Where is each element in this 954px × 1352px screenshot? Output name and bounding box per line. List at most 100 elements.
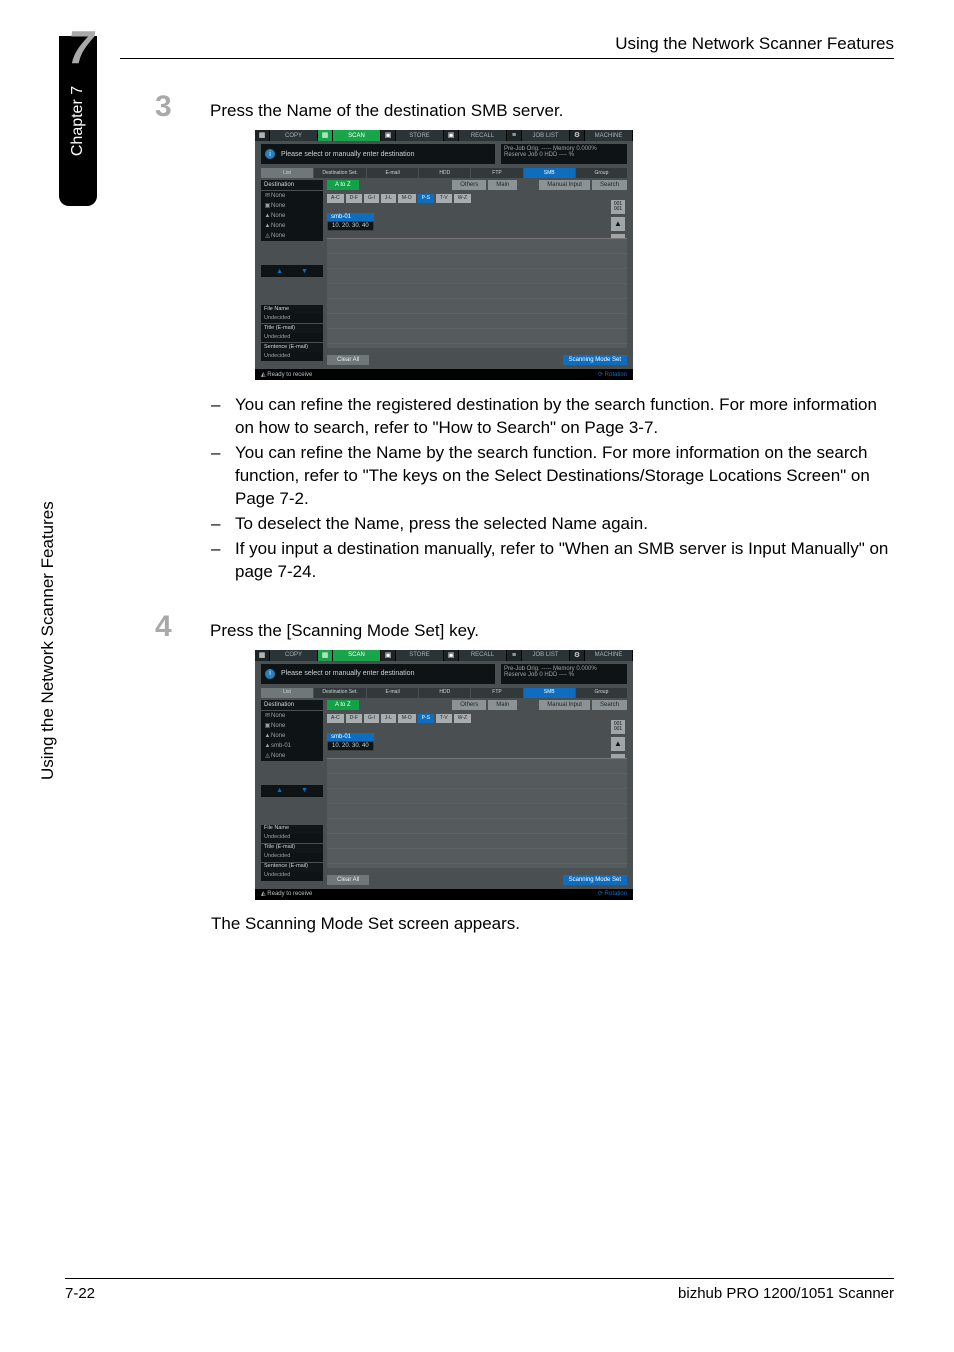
toptab-copy[interactable]: COPY: [270, 130, 318, 141]
page-indicator-icon[interactable]: 001 001: [611, 200, 625, 214]
bullet: To deselect the Name, press the selected…: [235, 513, 648, 536]
dest-down-icon[interactable]: ▼: [301, 268, 308, 275]
alpha-wz[interactable]: W-Z: [454, 714, 471, 723]
tab-email[interactable]: E-mail: [367, 688, 418, 698]
alpha-gi[interactable]: G-I: [364, 714, 379, 723]
alpha-mo[interactable]: M-O: [398, 714, 416, 723]
info-icon: i: [265, 669, 275, 679]
toptab-store[interactable]: STORE: [396, 130, 444, 141]
toptab-scan-icon[interactable]: ▦: [318, 650, 333, 661]
smb-entry[interactable]: smb-01 10. 20. 30. 40: [327, 213, 374, 231]
alpha-tv[interactable]: T-V: [436, 714, 452, 723]
scroll-up-icon[interactable]: ▲: [611, 217, 625, 231]
smb-entry-ip: 10. 20. 30. 40: [327, 741, 374, 751]
screenshot-smb-selected: ▦ COPY ▦ SCAN ▣ STORE ▣ RECALL ≡ JOB LIS…: [255, 650, 633, 900]
title-val: Undecided: [261, 333, 323, 342]
toptab-recall-icon[interactable]: ▣: [444, 650, 459, 661]
tab-hdd[interactable]: HDD: [419, 168, 470, 178]
alpha-tv[interactable]: T-V: [436, 194, 452, 203]
tab-smb[interactable]: SMB: [524, 688, 575, 698]
filename-hdr: File Name: [261, 825, 323, 834]
toptab-joblist-icon[interactable]: ≡: [507, 130, 522, 141]
toptab-store[interactable]: STORE: [396, 650, 444, 661]
main-button[interactable]: Main: [488, 700, 517, 710]
title-hdr: Title (E-mail): [261, 324, 323, 333]
smb-entry[interactable]: smb-01 10. 20. 30. 40: [327, 733, 374, 751]
toptab-machine-icon[interactable]: ⚙: [570, 650, 585, 661]
toptab-recall[interactable]: RECALL: [459, 130, 507, 141]
tab-hdd[interactable]: HDD: [419, 688, 470, 698]
alpha-ac[interactable]: A-C: [327, 714, 344, 723]
dest-line: ◬None: [261, 751, 323, 761]
dest-down-icon[interactable]: ▼: [301, 787, 308, 794]
toptab-machine[interactable]: MACHINE: [585, 130, 633, 141]
tab-destset[interactable]: Destination Set.: [314, 168, 366, 178]
toptab-joblist[interactable]: JOB LIST: [522, 650, 570, 661]
smb-entry-label: smb-01: [327, 213, 374, 221]
tab-smb[interactable]: SMB: [524, 168, 575, 178]
alpha-ac[interactable]: A-C: [327, 194, 344, 203]
manual-button[interactable]: Manual Input: [539, 180, 590, 190]
toptab-copy[interactable]: COPY: [270, 650, 318, 661]
tab-email[interactable]: E-mail: [367, 168, 418, 178]
tab-ftp[interactable]: FTP: [471, 168, 522, 178]
atoz-button[interactable]: A to Z: [327, 180, 359, 190]
search-button[interactable]: Search: [592, 700, 627, 710]
others-button[interactable]: Others: [452, 180, 486, 190]
clear-all-button[interactable]: Clear All: [327, 875, 369, 885]
alpha-df[interactable]: D-F: [346, 194, 362, 203]
footer-page: 7-22: [65, 1285, 95, 1302]
search-button[interactable]: Search: [592, 180, 627, 190]
alpha-mo[interactable]: M-O: [398, 194, 416, 203]
toptab-scan[interactable]: SCAN: [333, 130, 381, 141]
tab-ftp[interactable]: FTP: [471, 688, 522, 698]
toptab-store-icon[interactable]: ▣: [381, 650, 396, 661]
toptab-recall-icon[interactable]: ▣: [444, 130, 459, 141]
scroll-up-icon[interactable]: ▲: [611, 737, 625, 751]
alpha-ps[interactable]: P-S: [418, 714, 434, 723]
alpha-df[interactable]: D-F: [346, 714, 362, 723]
scanning-mode-set-button[interactable]: Scanning Mode Set: [563, 875, 627, 885]
toptab-joblist-icon[interactable]: ≡: [507, 650, 522, 661]
step-4-text: Press the [Scanning Mode Set] key.: [210, 620, 479, 643]
sentence-hdr: Sentence (E-mail): [261, 343, 323, 352]
tab-group[interactable]: Group: [576, 688, 627, 698]
atoz-button[interactable]: A to Z: [327, 700, 359, 710]
entry-grid: [327, 758, 627, 868]
bullet: You can refine the Name by the search fu…: [235, 442, 894, 511]
screenshot-smb-select: ▦ COPY ▦ SCAN ▣ STORE ▣ RECALL ≡ JOB LIS…: [255, 130, 633, 380]
manual-button[interactable]: Manual Input: [539, 700, 590, 710]
toptab-scan[interactable]: SCAN: [333, 650, 381, 661]
status-right: ⟳ Rotation: [598, 891, 627, 897]
toptab-machine[interactable]: MACHINE: [585, 650, 633, 661]
alpha-wz[interactable]: W-Z: [454, 194, 471, 203]
status-left: ◭ Ready to receive: [261, 891, 312, 897]
toptab-store-icon[interactable]: ▣: [381, 130, 396, 141]
alpha-gi[interactable]: G-I: [364, 194, 379, 203]
dest-line: ▲None: [261, 731, 323, 741]
alpha-ps[interactable]: P-S: [418, 194, 434, 203]
toptab-copy-icon[interactable]: ▦: [255, 650, 270, 661]
tab-destset[interactable]: Destination Set.: [314, 688, 366, 698]
scanning-mode-set-button[interactable]: Scanning Mode Set: [563, 355, 627, 365]
status-right: ⟳ Rotation: [598, 372, 627, 378]
tab-list[interactable]: List: [261, 168, 313, 178]
tab-group[interactable]: Group: [576, 168, 627, 178]
others-button[interactable]: Others: [452, 700, 486, 710]
page-indicator-icon[interactable]: 001 001: [611, 720, 625, 734]
dest-up-icon[interactable]: ▲: [276, 268, 283, 275]
dest-up-icon[interactable]: ▲: [276, 787, 283, 794]
filename-val: Undecided: [261, 834, 323, 843]
alpha-jl[interactable]: J-L: [381, 194, 396, 203]
toptab-scan-icon[interactable]: ▦: [318, 130, 333, 141]
toptab-machine-icon[interactable]: ⚙: [570, 130, 585, 141]
toptab-recall[interactable]: RECALL: [459, 650, 507, 661]
smb-entry-label: smb-01: [327, 733, 374, 741]
alpha-jl[interactable]: J-L: [381, 714, 396, 723]
tab-list[interactable]: List: [261, 688, 313, 698]
info-right: Pre-Job Orig. ----- Memory 0.000% Reserv…: [501, 664, 627, 684]
clear-all-button[interactable]: Clear All: [327, 355, 369, 365]
toptab-copy-icon[interactable]: ▦: [255, 130, 270, 141]
toptab-joblist[interactable]: JOB LIST: [522, 130, 570, 141]
main-button[interactable]: Main: [488, 180, 517, 190]
